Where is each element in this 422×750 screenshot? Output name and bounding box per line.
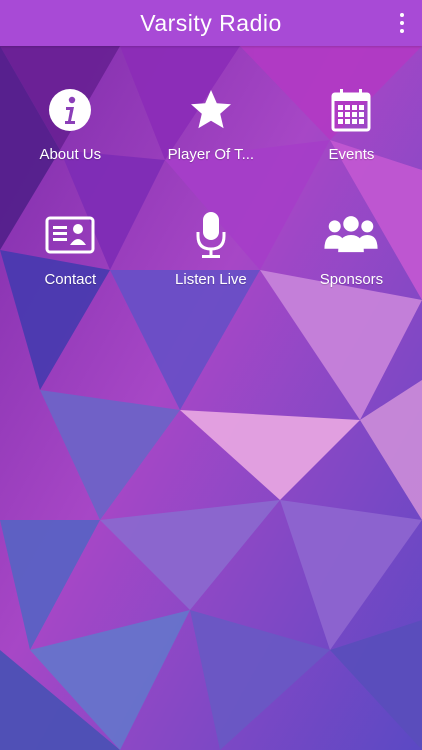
app-title: Varsity Radio: [140, 9, 282, 36]
kebab-dot: [400, 29, 404, 33]
menu-row: Contact Listen Live Sponsors: [0, 205, 422, 330]
app-screen: Varsity Radio About Us Player Of T... Ev…: [0, 0, 422, 750]
calendar-icon: [321, 80, 381, 140]
users-icon: [321, 205, 381, 265]
menu-tile-label: About Us: [39, 146, 102, 163]
menu-tile-label: Listen Live: [175, 271, 247, 288]
contact-card-icon: [40, 205, 100, 265]
menu-row: About Us Player Of T... Events: [0, 80, 422, 205]
menu-tile-about-us[interactable]: About Us: [0, 80, 141, 205]
menu-tile-label: Events: [328, 146, 375, 163]
menu-tile-listen-live[interactable]: Listen Live: [141, 205, 282, 330]
home-menu-grid: About Us Player Of T... Events Contact L…: [0, 80, 422, 330]
menu-tile-sponsors[interactable]: Sponsors: [281, 205, 422, 330]
microphone-icon: [181, 205, 241, 265]
overflow-menu-button[interactable]: [392, 10, 412, 36]
menu-tile-label: Player Of T...: [167, 146, 255, 163]
menu-tile-label: Sponsors: [319, 271, 384, 288]
menu-tile-label: Contact: [44, 271, 97, 288]
app-header: Varsity Radio: [0, 0, 422, 46]
kebab-dot: [400, 21, 404, 25]
menu-tile-events[interactable]: Events: [281, 80, 422, 205]
star-icon: [181, 80, 241, 140]
info-icon: [40, 80, 100, 140]
menu-tile-contact[interactable]: Contact: [0, 205, 141, 330]
kebab-dot: [400, 13, 404, 17]
menu-tile-player-of-the[interactable]: Player Of T...: [141, 80, 282, 205]
